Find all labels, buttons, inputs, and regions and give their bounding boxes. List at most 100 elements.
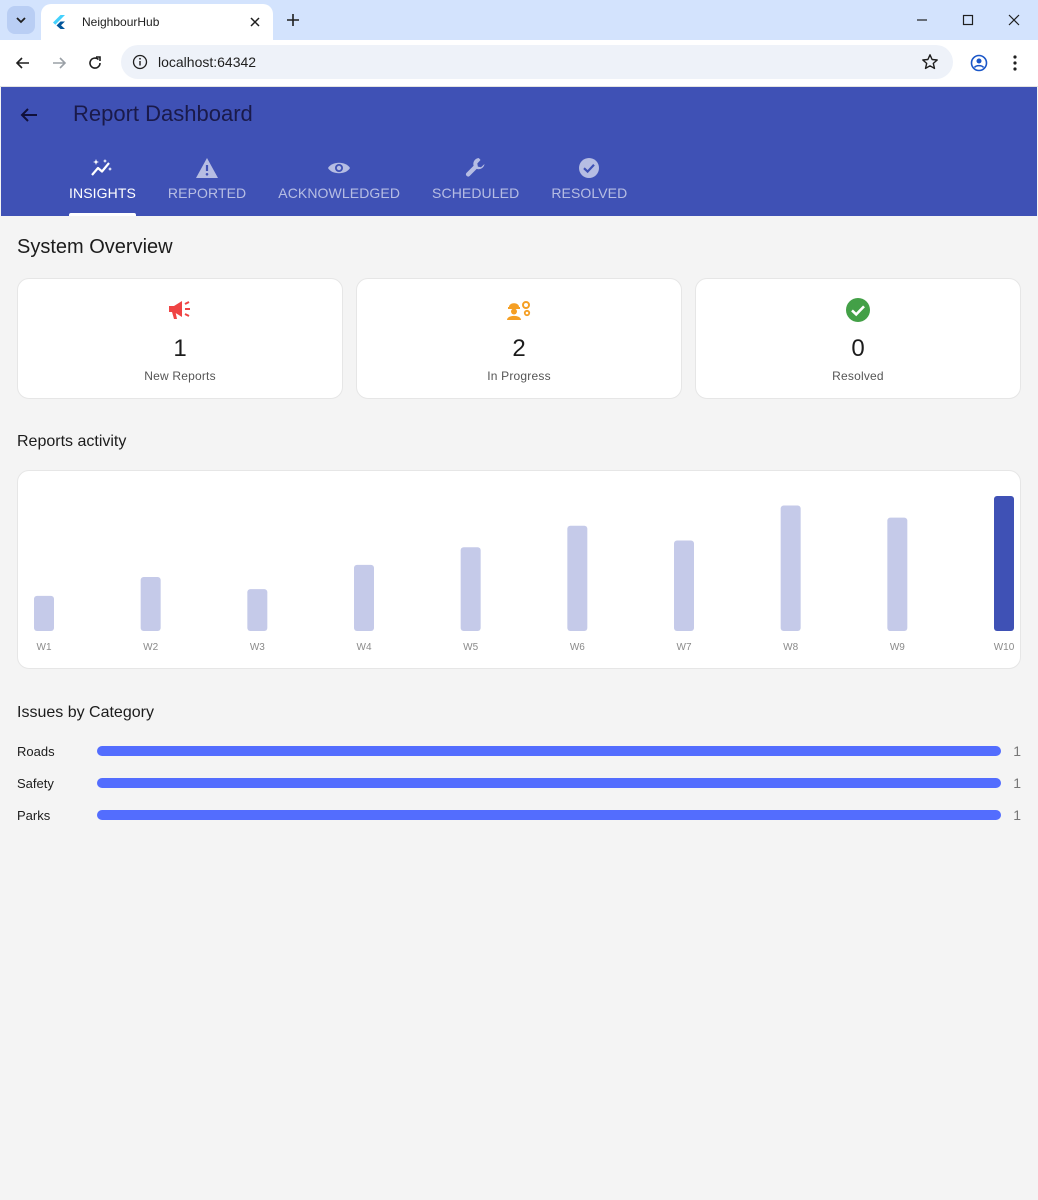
profile-button[interactable] <box>966 50 992 76</box>
chevron-down-icon <box>16 17 26 24</box>
arrow-right-icon <box>53 57 67 69</box>
category-name: Roads <box>17 743 55 759</box>
minimize-icon <box>917 19 927 21</box>
category-name: Safety <box>17 775 54 791</box>
chart-label-w4: W4 <box>357 642 372 653</box>
category-name: Parks <box>17 807 51 823</box>
category-bar-fill <box>97 746 1001 756</box>
chart-label-w3: W3 <box>250 642 265 653</box>
reload-icon <box>89 56 101 69</box>
chart-bar-w7 <box>674 540 694 631</box>
tab-reported[interactable]: REPORTED <box>152 151 262 216</box>
bookmark-star-icon[interactable] <box>921 53 939 71</box>
stat-card-new: 1 New Reports <box>17 278 343 399</box>
chart-bar-w6 <box>567 525 588 631</box>
more-vert-icon <box>1013 55 1017 71</box>
flutter-icon <box>51 14 67 30</box>
tab-search-button[interactable] <box>7 6 35 34</box>
tab-scheduled[interactable]: SCHEDULED <box>416 151 535 216</box>
browser-tab[interactable]: NeighbourHub <box>41 4 273 40</box>
category-count: 1 <box>1013 807 1021 823</box>
category-row-roads: Roads 1 <box>17 741 1021 761</box>
chart-label-w1: W1 <box>37 642 52 653</box>
close-window-button[interactable] <box>1002 8 1026 32</box>
chart-bar-w2 <box>140 577 161 631</box>
check-circle-icon <box>577 156 601 180</box>
close-tab-icon[interactable] <box>247 14 263 30</box>
tab-label: RESOLVED <box>551 185 628 201</box>
megaphone-icon <box>167 297 193 323</box>
category-count: 1 <box>1013 743 1021 759</box>
activity-bar-chart: W1 W2 W3 W4 W5 W6 W7 W8 W9 W10 <box>34 496 1015 653</box>
chart-label-w9: W9 <box>890 642 905 653</box>
stat-card-resolved: 0 Resolved <box>695 278 1021 399</box>
maximize-button[interactable] <box>956 8 980 32</box>
chart-bar-w1 <box>34 595 54 631</box>
arrow-left-icon <box>15 57 29 69</box>
category-bar-fill <box>97 778 1001 788</box>
insights-icon <box>90 156 114 180</box>
chart-bar-w9 <box>887 517 908 631</box>
browser-toolbar: localhost:64342 <box>0 40 1038 87</box>
category-bar-track <box>97 778 1001 788</box>
tab-acknowledged[interactable]: ACKNOWLEDGED <box>262 151 416 216</box>
chart-bar-w4 <box>354 564 374 631</box>
address-bar[interactable]: localhost:64342 <box>121 45 953 79</box>
chart-label-w10: W10 <box>994 642 1015 653</box>
activity-heading: Reports activity <box>17 433 127 450</box>
stat-value: 2 <box>512 335 526 362</box>
chart-bar-w5 <box>460 547 481 631</box>
chart-label-w5: W5 <box>463 642 478 653</box>
category-row-parks: Parks 1 <box>17 805 1021 825</box>
category-bar-track <box>97 810 1001 820</box>
close-icon <box>1008 14 1020 26</box>
overview-heading: System Overview <box>17 236 173 258</box>
browser-tabstrip: NeighbourHub <box>0 0 1038 40</box>
tab-label: INSIGHTS <box>69 185 136 201</box>
category-bar-track <box>97 746 1001 756</box>
chart-label-w7: W7 <box>677 642 692 653</box>
page-title: Report Dashboard <box>73 101 253 126</box>
tab-label: SCHEDULED <box>432 185 520 201</box>
chart-label-w2: W2 <box>143 642 158 653</box>
category-bar-fill <box>97 810 1001 820</box>
arrow-back-icon <box>20 108 37 122</box>
tab-title: NeighbourHub <box>82 15 160 29</box>
app-tabs: INSIGHTS REPORTED ACKNOWLEDGED SCHEDULED… <box>53 151 643 216</box>
category-count: 1 <box>1013 775 1021 791</box>
stat-label: New Reports <box>144 369 216 383</box>
warning-icon <box>195 156 219 180</box>
stat-card-in-progress: 2 In Progress <box>356 278 682 399</box>
check-circle-icon <box>845 297 871 323</box>
chart-bar-w8 <box>780 505 801 631</box>
activity-chart: W1 W2 W3 W4 W5 W6 W7 W8 W9 W10 <box>17 470 1021 669</box>
forward-button[interactable] <box>46 50 72 76</box>
profile-icon <box>970 54 988 72</box>
eye-icon <box>327 156 351 180</box>
chart-label-w8: W8 <box>783 642 798 653</box>
app-bar: Report Dashboard INSIGHTS REPORTED ACKNO… <box>1 87 1037 216</box>
worker-icon <box>506 297 532 323</box>
app-back-button[interactable] <box>17 103 41 127</box>
tab-insights[interactable]: INSIGHTS <box>53 151 152 216</box>
tab-label: REPORTED <box>167 185 247 201</box>
back-button[interactable] <box>10 50 36 76</box>
new-tab-button[interactable] <box>281 8 305 32</box>
browser-menu-button[interactable] <box>1002 50 1028 76</box>
site-info-icon[interactable] <box>123 45 157 79</box>
minimize-button[interactable] <box>910 8 934 32</box>
stat-value: 0 <box>851 335 865 362</box>
url-text: localhost:64342 <box>158 54 257 70</box>
chart-label-w6: W6 <box>570 642 585 653</box>
reload-button[interactable] <box>82 50 108 76</box>
category-row-safety: Safety 1 <box>17 773 1021 793</box>
maximize-icon <box>962 14 974 26</box>
chart-bar-w3 <box>247 589 268 631</box>
category-heading: Issues by Category <box>17 704 154 721</box>
wrench-icon <box>464 156 488 180</box>
tab-resolved[interactable]: RESOLVED <box>535 151 643 216</box>
plus-icon <box>287 14 299 26</box>
stat-label: In Progress <box>487 369 551 383</box>
chart-bar-w10 <box>994 496 1014 631</box>
stat-value: 1 <box>173 335 187 362</box>
